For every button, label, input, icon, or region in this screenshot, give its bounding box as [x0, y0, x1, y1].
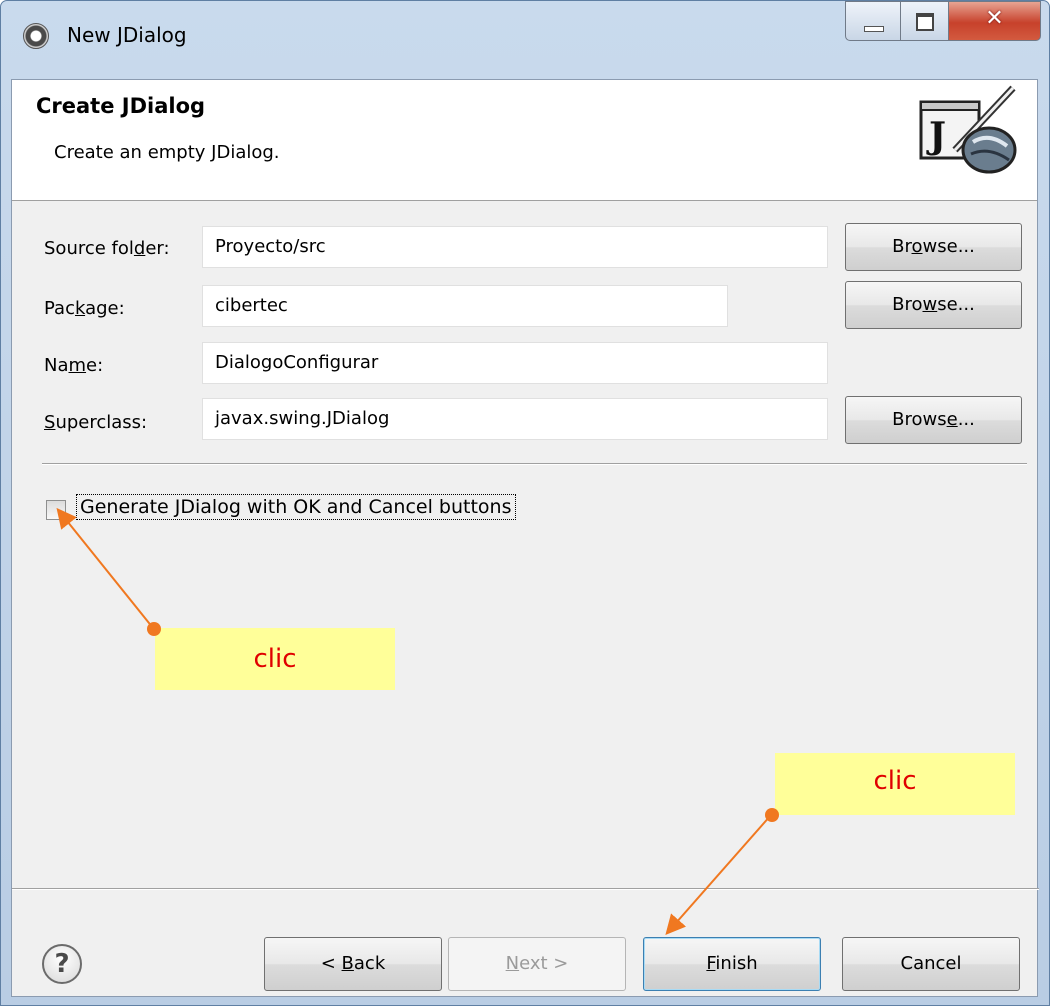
back-button[interactable]: < Back [264, 937, 442, 991]
close-icon: ✕ [985, 6, 1004, 31]
wizard-header: Create JDialog Create an empty JDialog. … [12, 80, 1037, 201]
browse-package-button[interactable]: Browse... [845, 281, 1022, 329]
svg-text:J: J [926, 115, 946, 157]
generate-ok-cancel-label[interactable]: Generate JDialog with OK and Cancel butt… [76, 494, 516, 520]
page-subtitle: Create an empty JDialog. [54, 142, 280, 163]
window-controls: ✕ [845, 1, 1041, 43]
name-input[interactable]: DialogoConfigurar [202, 342, 828, 384]
superclass-input[interactable]: javax.swing.JDialog [202, 398, 828, 440]
minimize-button[interactable] [845, 1, 901, 41]
clic-callout-checkbox: clic [155, 628, 395, 690]
generate-ok-cancel-checkbox[interactable] [46, 500, 66, 520]
eclipse-app-icon [23, 23, 49, 49]
maximize-icon [916, 13, 934, 31]
source-folder-label: Source folder: [44, 238, 170, 259]
next-button[interactable]: Next > [448, 937, 626, 991]
minimize-icon [864, 26, 884, 32]
help-icon[interactable]: ? [42, 944, 82, 984]
browse-source-folder-button[interactable]: Browse... [845, 223, 1022, 271]
source-folder-input[interactable]: Proyecto/src [202, 226, 828, 268]
cancel-button[interactable]: Cancel [842, 937, 1020, 991]
dialog-window: New JDialog ✕ Create JDialog Create an e… [0, 0, 1050, 1006]
window-title: New JDialog [67, 23, 187, 47]
superclass-label: Superclass: [44, 412, 148, 433]
clic-callout-finish: clic [775, 753, 1015, 815]
maximize-button[interactable] [901, 1, 949, 41]
page-title: Create JDialog [36, 94, 206, 118]
package-label: Package: [44, 298, 125, 319]
form-separator [42, 463, 1027, 465]
footer-separator [12, 888, 1039, 890]
name-label: Name: [44, 355, 104, 376]
new-jdialog-wizard-icon: J [919, 85, 1017, 174]
browse-superclass-button[interactable]: Browse... [845, 396, 1022, 444]
dialog-client-area: Create JDialog Create an empty JDialog. … [11, 79, 1039, 997]
title-bar[interactable]: New JDialog ✕ [1, 1, 1049, 79]
package-input[interactable]: cibertec [202, 285, 728, 327]
finish-button[interactable]: Finish [643, 937, 821, 991]
close-button[interactable]: ✕ [949, 1, 1041, 41]
